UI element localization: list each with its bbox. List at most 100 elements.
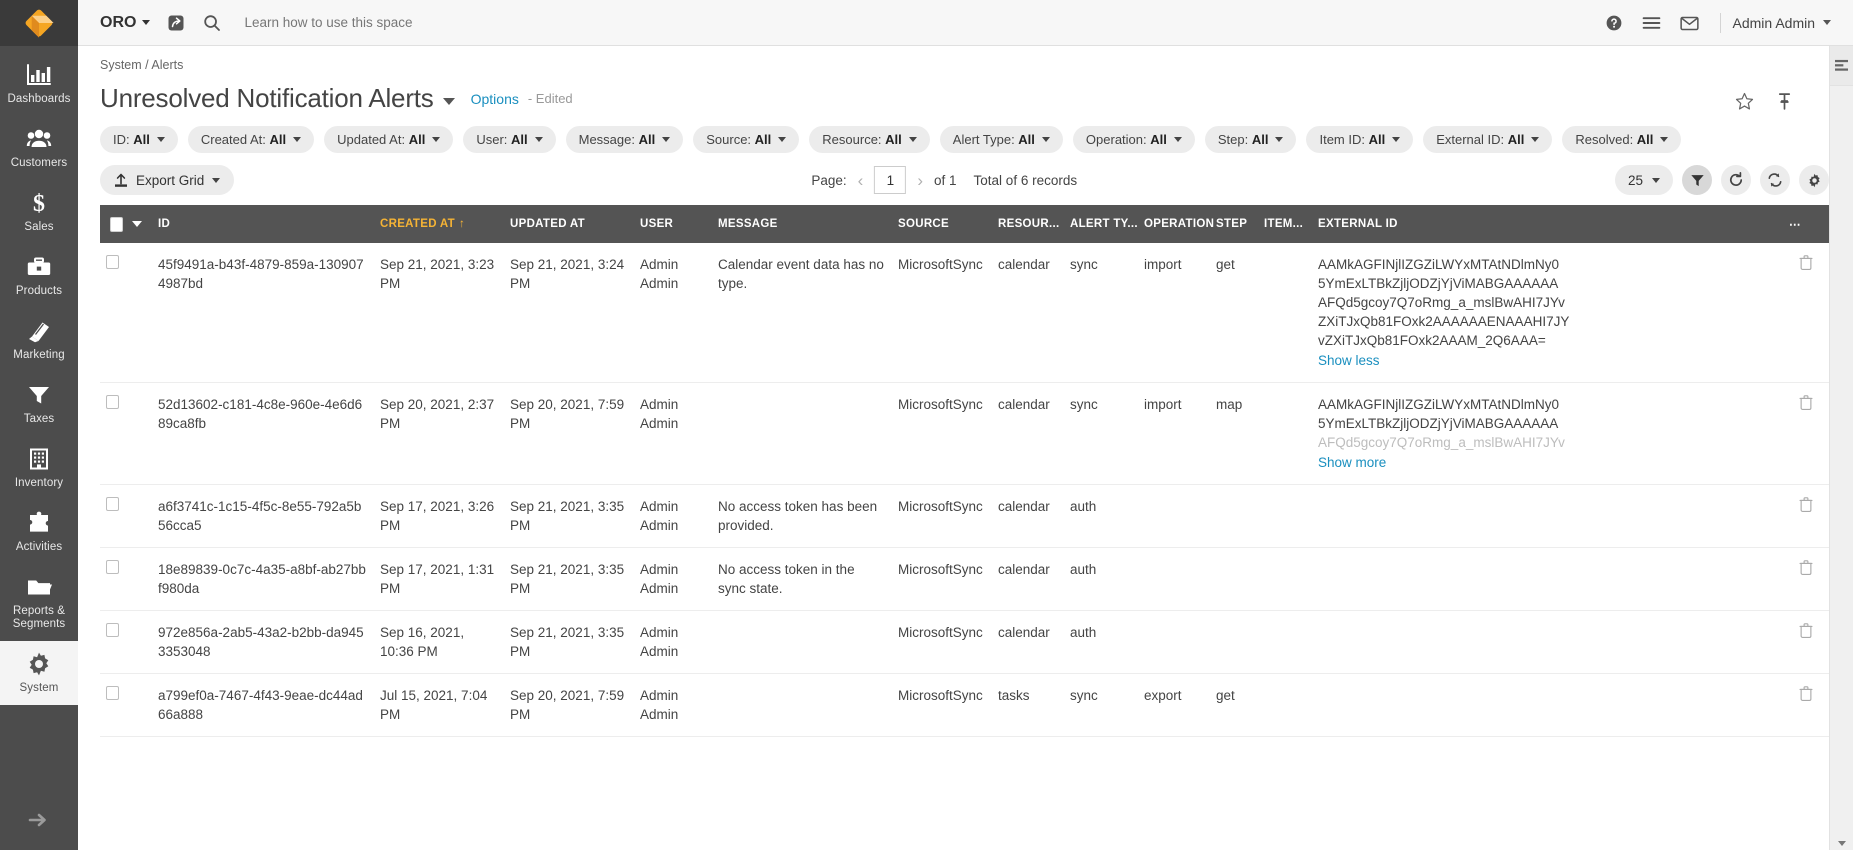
filter-text: ID: All: [113, 132, 150, 147]
help-button[interactable]: [1596, 6, 1632, 40]
cell-resource: calendar: [992, 243, 1064, 383]
column-header-user[interactable]: USER: [634, 205, 712, 243]
table-row[interactable]: 52d13602-c181-4c8e-960e-4e6d689ca8fb Sep …: [100, 382, 1829, 485]
table-row[interactable]: 972e856a-2ab5-43a2-b2bb-da9453353048 Sep …: [100, 610, 1829, 674]
delete-row-button[interactable]: [1799, 623, 1813, 641]
sidebar-item-reports-segments[interactable]: Reports & Segments: [0, 564, 78, 641]
column-header-alert-type[interactable]: ALERT TY...: [1064, 205, 1138, 243]
row-checkbox[interactable]: [106, 623, 119, 637]
sidebar-item-system[interactable]: System: [0, 641, 78, 705]
filter-label: Source:: [706, 132, 755, 147]
cell-item-id: [1258, 484, 1312, 548]
delete-row-button[interactable]: [1799, 560, 1813, 578]
row-checkbox[interactable]: [106, 686, 119, 700]
filter-label: Operation:: [1085, 132, 1151, 147]
shortcut-button[interactable]: [158, 6, 194, 40]
envelope-icon: [1680, 16, 1699, 30]
filter-chip-step[interactable]: Step: All: [1204, 126, 1297, 153]
column-header-external-id[interactable]: EXTERNAL ID: [1312, 205, 1783, 243]
cell-id: 18e89839-0c7c-4a35-a8bf-ab27bbf980da: [152, 547, 374, 611]
workspace-hint: Learn how to use this space: [244, 15, 413, 30]
table-header-row: ID CREATED AT ↑ UPDATED AT USER MESSAGE S…: [100, 205, 1829, 243]
filter-chip-id[interactable]: ID: All: [100, 126, 178, 153]
right-rail-expand-button[interactable]: [1830, 841, 1853, 846]
column-header-step[interactable]: STEP: [1210, 205, 1258, 243]
cell-actions: [1783, 243, 1829, 383]
filter-chip-alert-type[interactable]: Alert Type: All: [939, 126, 1063, 153]
app-logo[interactable]: [0, 0, 78, 46]
next-page-button[interactable]: ›: [915, 172, 925, 189]
select-all-checkbox[interactable]: [110, 216, 123, 232]
puzzle-icon: [26, 510, 52, 536]
column-header-updated-at[interactable]: UPDATED AT: [504, 205, 634, 243]
chevron-down-icon[interactable]: [132, 221, 142, 227]
row-checkbox[interactable]: [106, 497, 119, 511]
row-checkbox[interactable]: [106, 395, 119, 409]
delete-row-button[interactable]: [1799, 395, 1813, 413]
toggle-right-panel-button[interactable]: [1830, 46, 1853, 86]
sidebar-item-marketing[interactable]: Marketing: [0, 308, 78, 372]
column-header-message[interactable]: MESSAGE: [712, 205, 892, 243]
export-grid-button[interactable]: Export Grid: [100, 165, 235, 195]
options-link[interactable]: Options: [471, 91, 519, 107]
table-row[interactable]: a799ef0a-7467-4f43-9eae-dc44ad66a888 Jul …: [100, 673, 1829, 737]
filter-chip-item-id[interactable]: Item ID: All: [1306, 126, 1414, 153]
show-more-link[interactable]: Show more: [1318, 453, 1386, 472]
prev-page-button[interactable]: ‹: [856, 172, 866, 189]
filter-chip-created-at[interactable]: Created At: All: [187, 126, 315, 153]
title-dropdown-caret-icon[interactable]: [442, 98, 455, 105]
delete-row-button[interactable]: [1799, 255, 1813, 273]
sidebar-item-customers[interactable]: Customers: [0, 116, 78, 180]
sidebar-item-label: Reports & Segments: [12, 605, 66, 630]
search-button[interactable]: [194, 6, 230, 40]
column-header-operation[interactable]: OPERATION: [1138, 205, 1214, 243]
filter-chip-message[interactable]: Message: All: [565, 126, 684, 153]
column-header-id[interactable]: ID: [152, 205, 374, 243]
sidebar-expand-button[interactable]: [0, 790, 78, 850]
show-less-link[interactable]: Show less: [1318, 351, 1380, 370]
table-row[interactable]: 45f9491a-b43f-4879-859a-1309074987bd Sep …: [100, 243, 1829, 383]
refresh-grid-button[interactable]: [1760, 165, 1790, 195]
favorite-button[interactable]: [1735, 92, 1754, 116]
data-grid-container: ID CREATED AT ↑ UPDATED AT USER MESSAGE S…: [78, 205, 1853, 850]
filter-chip-resolved[interactable]: Resolved: All: [1562, 126, 1682, 153]
pin-button[interactable]: [1776, 92, 1793, 116]
cell-updated-at: Sep 21, 2021, 3:35 PM: [504, 547, 634, 611]
ellipsis-icon[interactable]: ⋯: [1789, 219, 1802, 231]
column-header-item-id[interactable]: ITEM...: [1258, 205, 1312, 243]
grid-settings-button[interactable]: [1799, 165, 1829, 195]
row-checkbox[interactable]: [106, 560, 119, 574]
table-row[interactable]: a6f3741c-1c15-4f5c-8e55-792a5b56cca5 Sep …: [100, 484, 1829, 548]
table-row[interactable]: 18e89839-0c7c-4a35-a8bf-ab27bbf980da Sep …: [100, 547, 1829, 611]
menu-button[interactable]: [1634, 6, 1670, 40]
cell-created-at: Sep 16, 2021, 10:36 PM: [374, 610, 504, 674]
reset-grid-button[interactable]: [1721, 165, 1751, 195]
organization-switcher[interactable]: ORO: [92, 14, 158, 32]
sidebar-item-products[interactable]: Products: [0, 244, 78, 308]
sidebar-item-sales[interactable]: $ Sales: [0, 180, 78, 244]
sidebar-item-inventory[interactable]: Inventory: [0, 436, 78, 500]
filter-chip-resource[interactable]: Resource: All: [809, 126, 930, 153]
delete-row-button[interactable]: [1799, 686, 1813, 704]
cell-id: a6f3741c-1c15-4f5c-8e55-792a5b56cca5: [152, 484, 374, 548]
mail-button[interactable]: [1672, 6, 1708, 40]
filter-chip-operation[interactable]: Operation: All: [1072, 126, 1195, 153]
filter-chip-user[interactable]: User: All: [463, 126, 556, 153]
cell-resource: calendar: [992, 382, 1064, 485]
column-header-created-at[interactable]: CREATED AT ↑: [374, 205, 504, 243]
rows-per-page-select[interactable]: 25: [1614, 165, 1673, 195]
filter-chip-updated-at[interactable]: Updated At: All: [324, 126, 454, 153]
column-header-source[interactable]: SOURCE: [892, 205, 992, 243]
column-header-resource[interactable]: RESOUR...: [992, 205, 1064, 243]
cell-external-id: [1312, 673, 1783, 737]
sidebar-item-dashboards[interactable]: Dashboards: [0, 52, 78, 116]
filter-chip-external-id[interactable]: External ID: All: [1423, 126, 1553, 153]
sidebar-item-activities[interactable]: Activities: [0, 500, 78, 564]
filter-chip-source[interactable]: Source: All: [693, 126, 800, 153]
row-checkbox[interactable]: [106, 255, 119, 269]
sidebar-item-taxes[interactable]: Taxes: [0, 372, 78, 436]
delete-row-button[interactable]: [1799, 497, 1813, 515]
user-menu[interactable]: Admin Admin: [1733, 15, 1839, 31]
page-number-input[interactable]: [874, 166, 907, 194]
toggle-filters-button[interactable]: [1682, 165, 1712, 195]
